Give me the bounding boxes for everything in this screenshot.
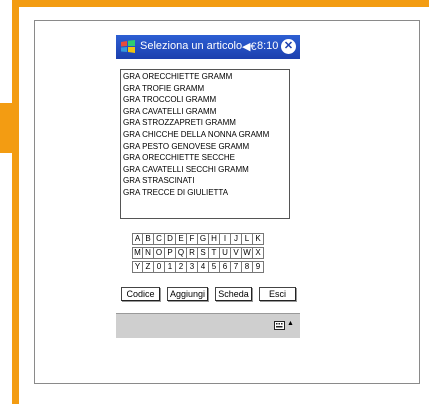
list-item[interactable]: GRA ORECCHIETTE GRAMM [123,71,289,83]
key-button[interactable]: 3 [187,261,198,273]
key-button[interactable]: E [176,233,187,245]
key-button[interactable]: X [253,247,264,259]
key-button[interactable]: M [132,247,143,259]
orange-top-border [12,0,429,7]
key-button[interactable]: H [209,233,220,245]
speaker-icon[interactable]: ◀€ [242,40,257,53]
key-button[interactable]: 8 [242,261,253,273]
key-button[interactable]: 5 [209,261,220,273]
key-button[interactable]: G [198,233,209,245]
key-button[interactable]: 4 [198,261,209,273]
list-item[interactable]: GRA STRASCINATI [123,175,289,187]
key-button[interactable]: R [187,247,198,259]
key-button[interactable]: Y [132,261,143,273]
close-icon[interactable]: ✕ [281,39,296,54]
article-listbox[interactable]: GRA ORECCHIETTE GRAMM GRA TROFIE GRAMM GRA… [120,69,290,219]
up-arrow-icon[interactable]: ▲ [287,320,294,327]
menu-bar: ▲ [116,313,300,338]
keyboard-icon[interactable] [274,321,285,330]
key-button[interactable]: S [198,247,209,259]
codice-button[interactable]: Codice [121,287,160,301]
aggiungi-button[interactable]: Aggiungi [167,287,208,301]
key-button[interactable]: L [242,233,253,245]
key-button[interactable]: W [242,247,253,259]
key-button[interactable]: 1 [165,261,176,273]
windows-flag-icon[interactable] [119,38,137,56]
list-item[interactable]: GRA PESTO GENOVESE GRAMM [123,141,289,153]
key-button[interactable]: K [253,233,264,245]
key-button[interactable]: O [154,247,165,259]
orange-side-tab [0,103,12,153]
key-button[interactable]: B [143,233,154,245]
key-button[interactable]: Z [143,261,154,273]
key-row: ABCDEFGHIJLK [132,233,264,245]
key-button[interactable]: N [143,247,154,259]
list-item[interactable]: GRA CAVATELLI GRAMM [123,106,289,118]
key-button[interactable]: U [220,247,231,259]
key-row: YZ0123456789 [132,261,264,273]
key-button[interactable]: I [220,233,231,245]
list-item[interactable]: GRA ORECCHIETTE SECCHE [123,152,289,164]
key-button[interactable]: J [231,233,242,245]
scheda-button[interactable]: Scheda [215,287,252,301]
orange-left-border [12,0,19,404]
key-button[interactable]: D [165,233,176,245]
key-button[interactable]: P [165,247,176,259]
key-button[interactable]: V [231,247,242,259]
key-button[interactable]: F [187,233,198,245]
title-bar: Seleziona un articolo ◀€ 8:10 ✕ [116,35,300,59]
pocketpc-screen: Seleziona un articolo ◀€ 8:10 ✕ GRA OREC… [116,35,300,341]
esci-button[interactable]: Esci [259,287,296,301]
key-button[interactable]: 0 [154,261,165,273]
key-button[interactable]: T [209,247,220,259]
key-button[interactable]: A [132,233,143,245]
key-button[interactable]: 9 [253,261,264,273]
window-title: Seleziona un articolo [140,40,243,52]
list-item[interactable]: GRA CAVATELLI SECCHI GRAMM [123,164,289,176]
list-item[interactable]: GRA TROFIE GRAMM [123,83,289,95]
key-button[interactable]: 6 [220,261,231,273]
list-item[interactable]: GRA TRECCE DI GIULIETTA [123,187,289,199]
key-row: MNOPQRSTUVWX [132,247,264,259]
key-button[interactable]: 2 [176,261,187,273]
key-button[interactable]: C [154,233,165,245]
letter-keypad: ABCDEFGHIJLK MNOPQRSTUVWX YZ0123456789 [132,233,264,275]
list-item[interactable]: GRA CHICCHE DELLA NONNA GRAMM [123,129,289,141]
clock-time[interactable]: 8:10 [257,40,278,52]
list-item[interactable]: GRA TROCCOLI GRAMM [123,94,289,106]
list-item[interactable]: GRA STROZZAPRETI GRAMM [123,117,289,129]
key-button[interactable]: Q [176,247,187,259]
key-button[interactable]: 7 [231,261,242,273]
